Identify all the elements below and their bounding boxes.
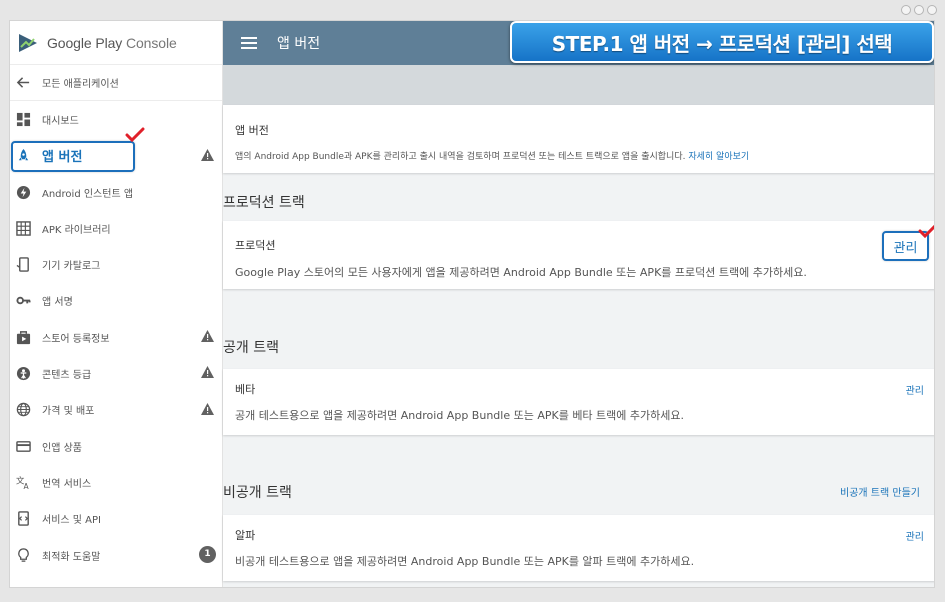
sidebar-item-dashboard[interactable]: 대시보드 — [10, 101, 222, 137]
app-name-console: Console — [125, 34, 177, 51]
warning-icon — [201, 330, 214, 343]
card-description: Google Play 스토어의 모든 사용자에게 앱을 제공하려면 Andro… — [235, 266, 807, 279]
count-badge: 1 — [199, 545, 216, 563]
sidebar: Google Play Console 모든 애플리케이션 대시보드 앱 버전 — [10, 21, 223, 587]
sidebar-item-app-releases[interactable]: 앱 버전 — [10, 138, 222, 174]
header-banner — [223, 65, 934, 105]
open-track-section-title: 공개 트랙 — [223, 340, 279, 356]
sidebar-item-instant-apps[interactable]: Android 인스턴트 앱 — [10, 174, 222, 210]
step-instruction-banner: STEP.1 앱 버전 → 프로덕션 [관리] 선택 — [510, 21, 934, 63]
sidebar-item-label: Android 인스턴트 앱 — [42, 188, 134, 200]
sidebar-item-device-catalog[interactable]: 기기 카탈로그 — [10, 246, 222, 282]
sidebar-item-label: 서비스 및 API — [42, 515, 101, 527]
card-description: 공개 테스트용으로 앱을 제공하려면 Android App Bundle 또는… — [235, 409, 685, 422]
sidebar-item-label: APK 라이브러리 — [42, 224, 111, 236]
red-check-icon — [125, 127, 145, 143]
sidebar-item-label: 인앱 상품 — [42, 442, 82, 454]
warning-icon — [201, 366, 214, 379]
arrow-back-icon — [15, 74, 32, 91]
sidebar-item-label: 번역 서비스 — [42, 478, 92, 490]
card-title: 알파 — [235, 529, 256, 542]
globe-icon — [15, 401, 32, 418]
card-title: 앱 버전 — [235, 124, 269, 137]
sidebar-item-app-signing[interactable]: 앱 서명 — [10, 283, 222, 319]
key-icon — [15, 292, 32, 309]
sidebar-item-pricing-distribution[interactable]: 가격 및 배포 — [10, 392, 222, 428]
create-closed-track-link[interactable]: 비공개 트랙 만들기 — [840, 484, 920, 499]
rocket-icon — [15, 147, 32, 164]
sidebar-item-label: 콘텐츠 등급 — [42, 370, 92, 382]
svg-text:A: A — [24, 482, 30, 490]
window-dot-icon[interactable] — [901, 5, 911, 15]
learn-more-link[interactable]: 자세히 알아보기 — [688, 152, 749, 162]
card-description: 비공개 테스트용으로 앱을 제공하려면 Android App Bundle 또… — [235, 555, 695, 568]
sidebar-item-label: 최적화 도움말 — [42, 551, 101, 563]
sidebar-item-content-rating[interactable]: 콘텐츠 등급 — [10, 355, 222, 391]
sidebar-item-in-app-products[interactable]: 인앱 상품 — [10, 428, 222, 464]
window-controls — [901, 5, 937, 15]
app-releases-intro-card: 앱 버전 앱의 Android App Bundle과 APK를 관리하고 출시… — [223, 105, 934, 173]
device-icon — [15, 256, 32, 273]
alpha-manage-link[interactable]: 관리 — [906, 528, 924, 543]
translate-icon: 文A — [15, 474, 32, 491]
sidebar-item-store-listing[interactable]: 스토어 등록정보 — [10, 319, 222, 355]
app-name: Google Play — [47, 34, 123, 51]
closed-track-section-title: 비공개 트랙 — [223, 485, 292, 501]
sidebar-item-translation[interactable]: 文A 번역 서비스 — [10, 464, 222, 500]
sidebar-item-label: 기기 카탈로그 — [42, 261, 101, 273]
sidebar-item-label: 앱 버전 — [42, 150, 83, 166]
sidebar-item-label: 스토어 등록정보 — [42, 333, 110, 345]
alpha-track-card: 알파 비공개 테스트용으로 앱을 제공하려면 Android App Bundl… — [223, 515, 934, 581]
page-title: 앱 버전 — [277, 36, 321, 52]
window-dot-icon[interactable] — [914, 5, 924, 15]
beta-track-card: 베타 공개 테스트용으로 앱을 제공하려면 Android App Bundle… — [223, 369, 934, 435]
sidebar-item-apk-library[interactable]: APK 라이브러리 — [10, 210, 222, 246]
bolt-icon — [15, 184, 32, 201]
window-dot-icon[interactable] — [927, 5, 937, 15]
play-console-logo-icon — [19, 33, 37, 52]
sidebar-item-services-api[interactable]: 서비스 및 API — [10, 501, 222, 537]
library-icon — [15, 220, 32, 237]
sidebar-item-label: 앱 서명 — [42, 297, 73, 309]
sidebar-item-label: 가격 및 배포 — [42, 406, 95, 418]
store-icon — [15, 329, 32, 346]
back-to-all-apps[interactable]: 모든 애플리케이션 — [10, 65, 222, 102]
production-section-title: 프로덕션 트랙 — [223, 195, 305, 211]
card-title: 프로덕션 — [235, 239, 276, 252]
sidebar-item-label: 대시보드 — [42, 115, 79, 127]
production-track-card: 프로덕션 Google Play 스토어의 모든 사용자에게 앱을 제공하려면 … — [223, 221, 934, 289]
menu-icon[interactable] — [241, 37, 257, 49]
bulb-icon — [15, 547, 32, 564]
app-window: Google Play Console 모든 애플리케이션 대시보드 앱 버전 — [9, 20, 935, 588]
beta-manage-link[interactable]: 관리 — [906, 382, 924, 397]
warning-icon — [201, 148, 214, 161]
card-icon — [15, 438, 32, 455]
rating-icon — [15, 365, 32, 382]
warning-icon — [201, 402, 214, 415]
dashboard-icon — [15, 111, 32, 128]
api-icon — [15, 510, 32, 527]
back-label: 모든 애플리케이션 — [42, 79, 119, 91]
card-title: 베타 — [235, 383, 256, 396]
sidebar-item-optimization-tips[interactable]: 최적화 도움말 1 — [10, 537, 222, 573]
red-check-icon — [918, 224, 934, 239]
logo[interactable]: Google Play Console — [10, 21, 222, 65]
card-description: 앱의 Android App Bundle과 APK를 관리하고 출시 내역을 … — [235, 152, 686, 162]
